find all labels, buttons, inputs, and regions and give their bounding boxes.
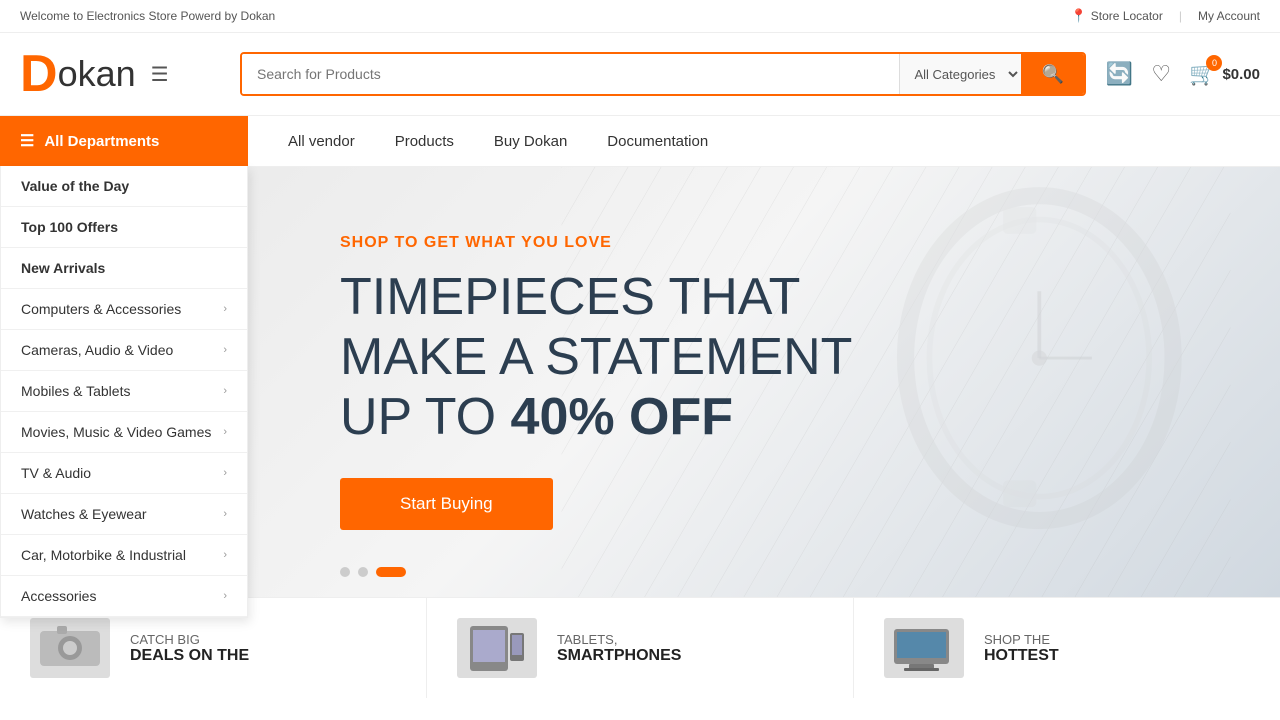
logo-d-letter: D: [20, 48, 58, 100]
category-select[interactable]: All Categories: [899, 54, 1021, 94]
sidebar-item-cameras[interactable]: Cameras, Audio & Video ›: [1, 330, 247, 371]
sidebar-item-label: Top 100 Offers: [21, 219, 118, 235]
sidebar-item-top-100[interactable]: Top 100 Offers: [1, 207, 247, 248]
promo-label-1: CATCH BIG: [130, 632, 249, 647]
promo-image-2: [457, 618, 537, 678]
chevron-right-icon: ›: [223, 508, 227, 520]
compare-icon[interactable]: 🔄: [1106, 61, 1133, 87]
hero-title: TIMEPIECES THAT MAKE A STATEMENT UP TO 4…: [340, 268, 852, 447]
sidebar-item-accessories[interactable]: Accessories ›: [1, 576, 247, 617]
sidebar-item-label: TV & Audio: [21, 465, 91, 481]
hero-discount: 40% OFF: [511, 388, 734, 446]
cart-price: $0.00: [1222, 66, 1260, 83]
cart-badge: 0: [1206, 55, 1222, 71]
header: D okan ☰ All Categories 🔍 🔄 ♡ 🛒 0 $0.00: [0, 33, 1280, 116]
nav-products[interactable]: Products: [375, 119, 474, 164]
promo-label-2: TABLETS,: [557, 632, 681, 647]
promo-text-2: TABLETS, SMARTPHONES: [557, 632, 681, 665]
sidebar-item-movies[interactable]: Movies, Music & Video Games ›: [1, 412, 247, 453]
sidebar-item-watches[interactable]: Watches & Eyewear ›: [1, 494, 247, 535]
cart-area[interactable]: 🛒 0 $0.00: [1189, 61, 1260, 87]
logo-area: D okan ☰: [20, 48, 220, 100]
pin-icon: 📍: [1071, 8, 1087, 24]
all-departments-label: All Departments: [44, 133, 159, 150]
hero-line1: TIMEPIECES THAT: [340, 268, 800, 326]
start-buying-button[interactable]: Start Buying: [340, 478, 553, 530]
search-bar: All Categories 🔍: [240, 52, 1086, 96]
promo-item-2: TABLETS, SMARTPHONES: [427, 598, 854, 698]
welcome-text: Welcome to Electronics Store Powerd by D…: [20, 9, 275, 23]
sidebar-item-mobiles[interactable]: Mobiles & Tablets ›: [1, 371, 247, 412]
sidebar-item-label: Cameras, Audio & Video: [21, 342, 173, 358]
all-departments-button[interactable]: ☰ All Departments: [0, 116, 248, 166]
nav-documentation[interactable]: Documentation: [587, 119, 728, 164]
top-bar-right: 📍 Store Locator | My Account: [1071, 8, 1260, 24]
header-icons: 🔄 ♡ 🛒 0 $0.00: [1106, 61, 1260, 87]
sidebar-item-label: New Arrivals: [21, 260, 105, 276]
sidebar-item-label: Mobiles & Tablets: [21, 383, 130, 399]
logo-rest-text: okan: [58, 56, 136, 92]
promo-text-1: CATCH BIG DEALS ON THE: [130, 632, 249, 665]
hero-subtitle: SHOP TO GET WHAT YOU LOVE: [340, 234, 852, 252]
sidebar-item-new-arrivals[interactable]: New Arrivals: [1, 248, 247, 289]
store-locator-link[interactable]: 📍 Store Locator: [1071, 8, 1163, 24]
nav-links: All vendor Products Buy Dokan Documentat…: [248, 116, 728, 166]
sidebar-item-label: Movies, Music & Video Games: [21, 424, 211, 440]
my-account-link[interactable]: My Account: [1198, 9, 1260, 23]
divider: |: [1179, 9, 1182, 23]
chevron-right-icon: ›: [223, 303, 227, 315]
promo-item-3: SHOP THE HOTTEST: [854, 598, 1280, 698]
nav-bar: ☰ All Departments All vendor Products Bu…: [0, 116, 1280, 167]
nav-all-vendor[interactable]: All vendor: [268, 119, 375, 164]
promo-image-1: [30, 618, 110, 678]
sidebar-item-label: Accessories: [21, 588, 96, 604]
sidebar-item-computers[interactable]: Computers & Accessories ›: [1, 289, 247, 330]
hero-line3-prefix: UP TO: [340, 388, 511, 446]
promo-desc-3: HOTTEST: [984, 647, 1059, 665]
chevron-right-icon: ›: [223, 385, 227, 397]
promo-label-3: SHOP THE: [984, 632, 1059, 647]
hero-line2: MAKE A STATEMENT: [340, 328, 852, 386]
chevron-right-icon: ›: [223, 426, 227, 438]
sidebar-item-label: Watches & Eyewear: [21, 506, 147, 522]
chevron-right-icon: ›: [223, 549, 227, 561]
departments-hamburger-icon: ☰: [20, 131, 34, 151]
promo-desc-2: SMARTPHONES: [557, 647, 681, 665]
sidebar-item-tv-audio[interactable]: TV & Audio ›: [1, 453, 247, 494]
departments-dropdown: Value of the Day Top 100 Offers New Arri…: [0, 166, 248, 618]
store-locator-label: Store Locator: [1091, 9, 1163, 23]
sidebar-item-label: Car, Motorbike & Industrial: [21, 547, 186, 563]
logo[interactable]: D okan: [20, 48, 136, 100]
chevron-right-icon: ›: [223, 467, 227, 479]
chevron-right-icon: ›: [223, 590, 227, 602]
promo-image-3: [884, 618, 964, 678]
sidebar-item-label: Value of the Day: [21, 178, 129, 194]
top-bar: Welcome to Electronics Store Powerd by D…: [0, 0, 1280, 33]
promo-desc-1: DEALS ON THE: [130, 647, 249, 665]
sidebar-item-value-of-day[interactable]: Value of the Day: [1, 166, 247, 207]
hamburger-menu-icon[interactable]: ☰: [146, 57, 174, 92]
search-input[interactable]: [242, 54, 899, 94]
search-button[interactable]: 🔍: [1021, 54, 1083, 94]
chevron-right-icon: ›: [223, 344, 227, 356]
wishlist-icon[interactable]: ♡: [1151, 61, 1171, 87]
sidebar-item-car[interactable]: Car, Motorbike & Industrial ›: [1, 535, 247, 576]
cart-icon-wrap: 🛒 0: [1189, 61, 1216, 87]
promo-text-3: SHOP THE HOTTEST: [984, 632, 1059, 665]
sidebar-item-label: Computers & Accessories: [21, 301, 181, 317]
nav-buy-dokan[interactable]: Buy Dokan: [474, 119, 587, 164]
